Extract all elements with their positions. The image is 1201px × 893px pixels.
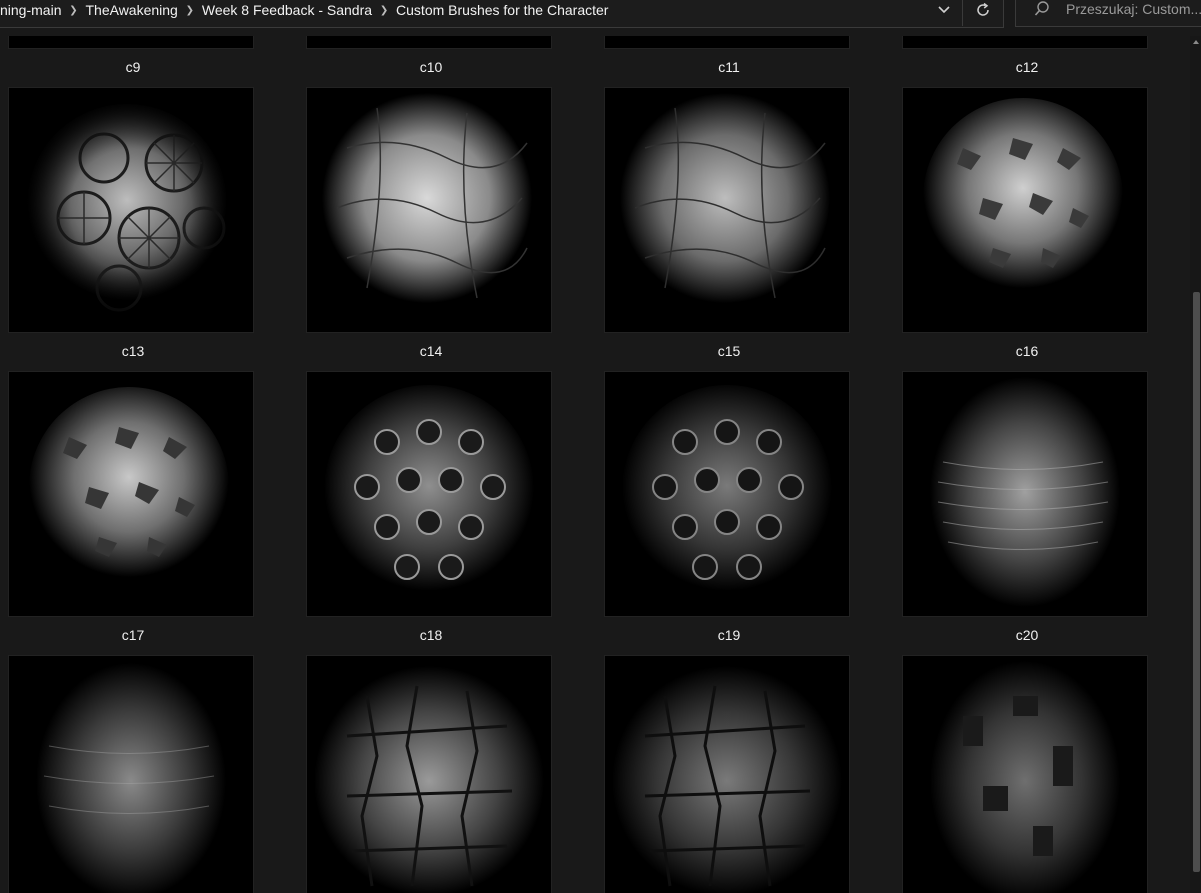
thumbnail-c22[interactable]	[307, 656, 551, 893]
breadcrumb: ning-main ❯ TheAwakening ❯ Week 8 Feedba…	[0, 0, 608, 20]
thumbnail-c23[interactable]	[605, 656, 849, 893]
file-label-c14[interactable]: c14	[309, 342, 553, 360]
thumbnail-c20[interactable]	[903, 372, 1147, 616]
breadcrumb-item[interactable]: Custom Brushes for the Character	[396, 2, 608, 18]
thumbnail-c13[interactable]	[9, 88, 253, 332]
file-label-c9[interactable]: c9	[11, 58, 255, 76]
address-bar[interactable]: ning-main ❯ TheAwakening ❯ Week 8 Feedba…	[0, 0, 1004, 28]
breadcrumb-item[interactable]: Week 8 Feedback - Sandra	[202, 2, 372, 18]
brush-preview-pores	[605, 372, 849, 616]
chevron-right-icon[interactable]: ❯	[372, 5, 396, 16]
scroll-up-arrow-icon[interactable]	[1191, 36, 1201, 48]
file-label-c20[interactable]: c20	[905, 626, 1149, 644]
explorer-toolbar: ning-main ❯ TheAwakening ❯ Week 8 Feedba…	[0, 0, 1201, 36]
scrollbar-thumb[interactable]	[1193, 292, 1200, 872]
brush-preview-cracked-skin	[307, 88, 551, 332]
breadcrumb-item[interactable]: TheAwakening	[85, 2, 177, 18]
brush-preview-coral	[9, 88, 253, 332]
thumbnail-c24[interactable]	[903, 656, 1147, 893]
file-label-c12[interactable]: c12	[905, 58, 1149, 76]
search-box[interactable]	[1015, 0, 1201, 27]
file-label-c10[interactable]: c10	[309, 58, 553, 76]
file-label-c15[interactable]: c15	[607, 342, 851, 360]
chevron-right-icon[interactable]: ❯	[178, 5, 202, 16]
brush-preview-muscle-fibers	[903, 372, 1147, 616]
brush-preview-bark	[605, 656, 849, 893]
thumbnail-c15[interactable]	[605, 88, 849, 332]
refresh-icon	[977, 2, 989, 16]
brush-preview-tree-bark	[903, 656, 1147, 893]
chevron-right-icon[interactable]: ❯	[61, 5, 85, 16]
brush-preview-pores	[307, 372, 551, 616]
brush-preview-bark	[307, 656, 551, 893]
thumbnail-c16[interactable]	[903, 88, 1147, 332]
vertical-scrollbar[interactable]	[1190, 36, 1201, 893]
search-icon	[1034, 1, 1049, 16]
file-label-c11[interactable]: c11	[607, 58, 851, 76]
toolbar-divider	[962, 0, 963, 26]
file-label-c13[interactable]: c13	[11, 342, 255, 360]
thumbnail-c17[interactable]	[9, 372, 253, 616]
thumbnail-c19[interactable]	[605, 372, 849, 616]
file-grid: c9 c10 c11 c12 c13 c14 c15 c16 c17 c18 c…	[0, 0, 1188, 893]
brush-preview-scales	[9, 372, 253, 616]
breadcrumb-item[interactable]: ning-main	[0, 2, 61, 18]
thumbnail-c18[interactable]	[307, 372, 551, 616]
file-label-c18[interactable]: c18	[309, 626, 553, 644]
file-label-c19[interactable]: c19	[607, 626, 851, 644]
thumbnail-c14[interactable]	[307, 88, 551, 332]
brush-preview-muscle-fibers	[9, 656, 253, 893]
brush-preview-scales	[903, 88, 1147, 332]
search-input[interactable]	[1066, 0, 1201, 18]
address-dropdown-button[interactable]	[930, 0, 958, 20]
chevron-down-icon	[938, 6, 950, 14]
thumbnail-c21[interactable]	[9, 656, 253, 893]
refresh-button[interactable]	[968, 0, 998, 20]
file-label-c16[interactable]: c16	[905, 342, 1149, 360]
file-label-c17[interactable]: c17	[11, 626, 255, 644]
brush-preview-cracked-skin	[605, 88, 849, 332]
